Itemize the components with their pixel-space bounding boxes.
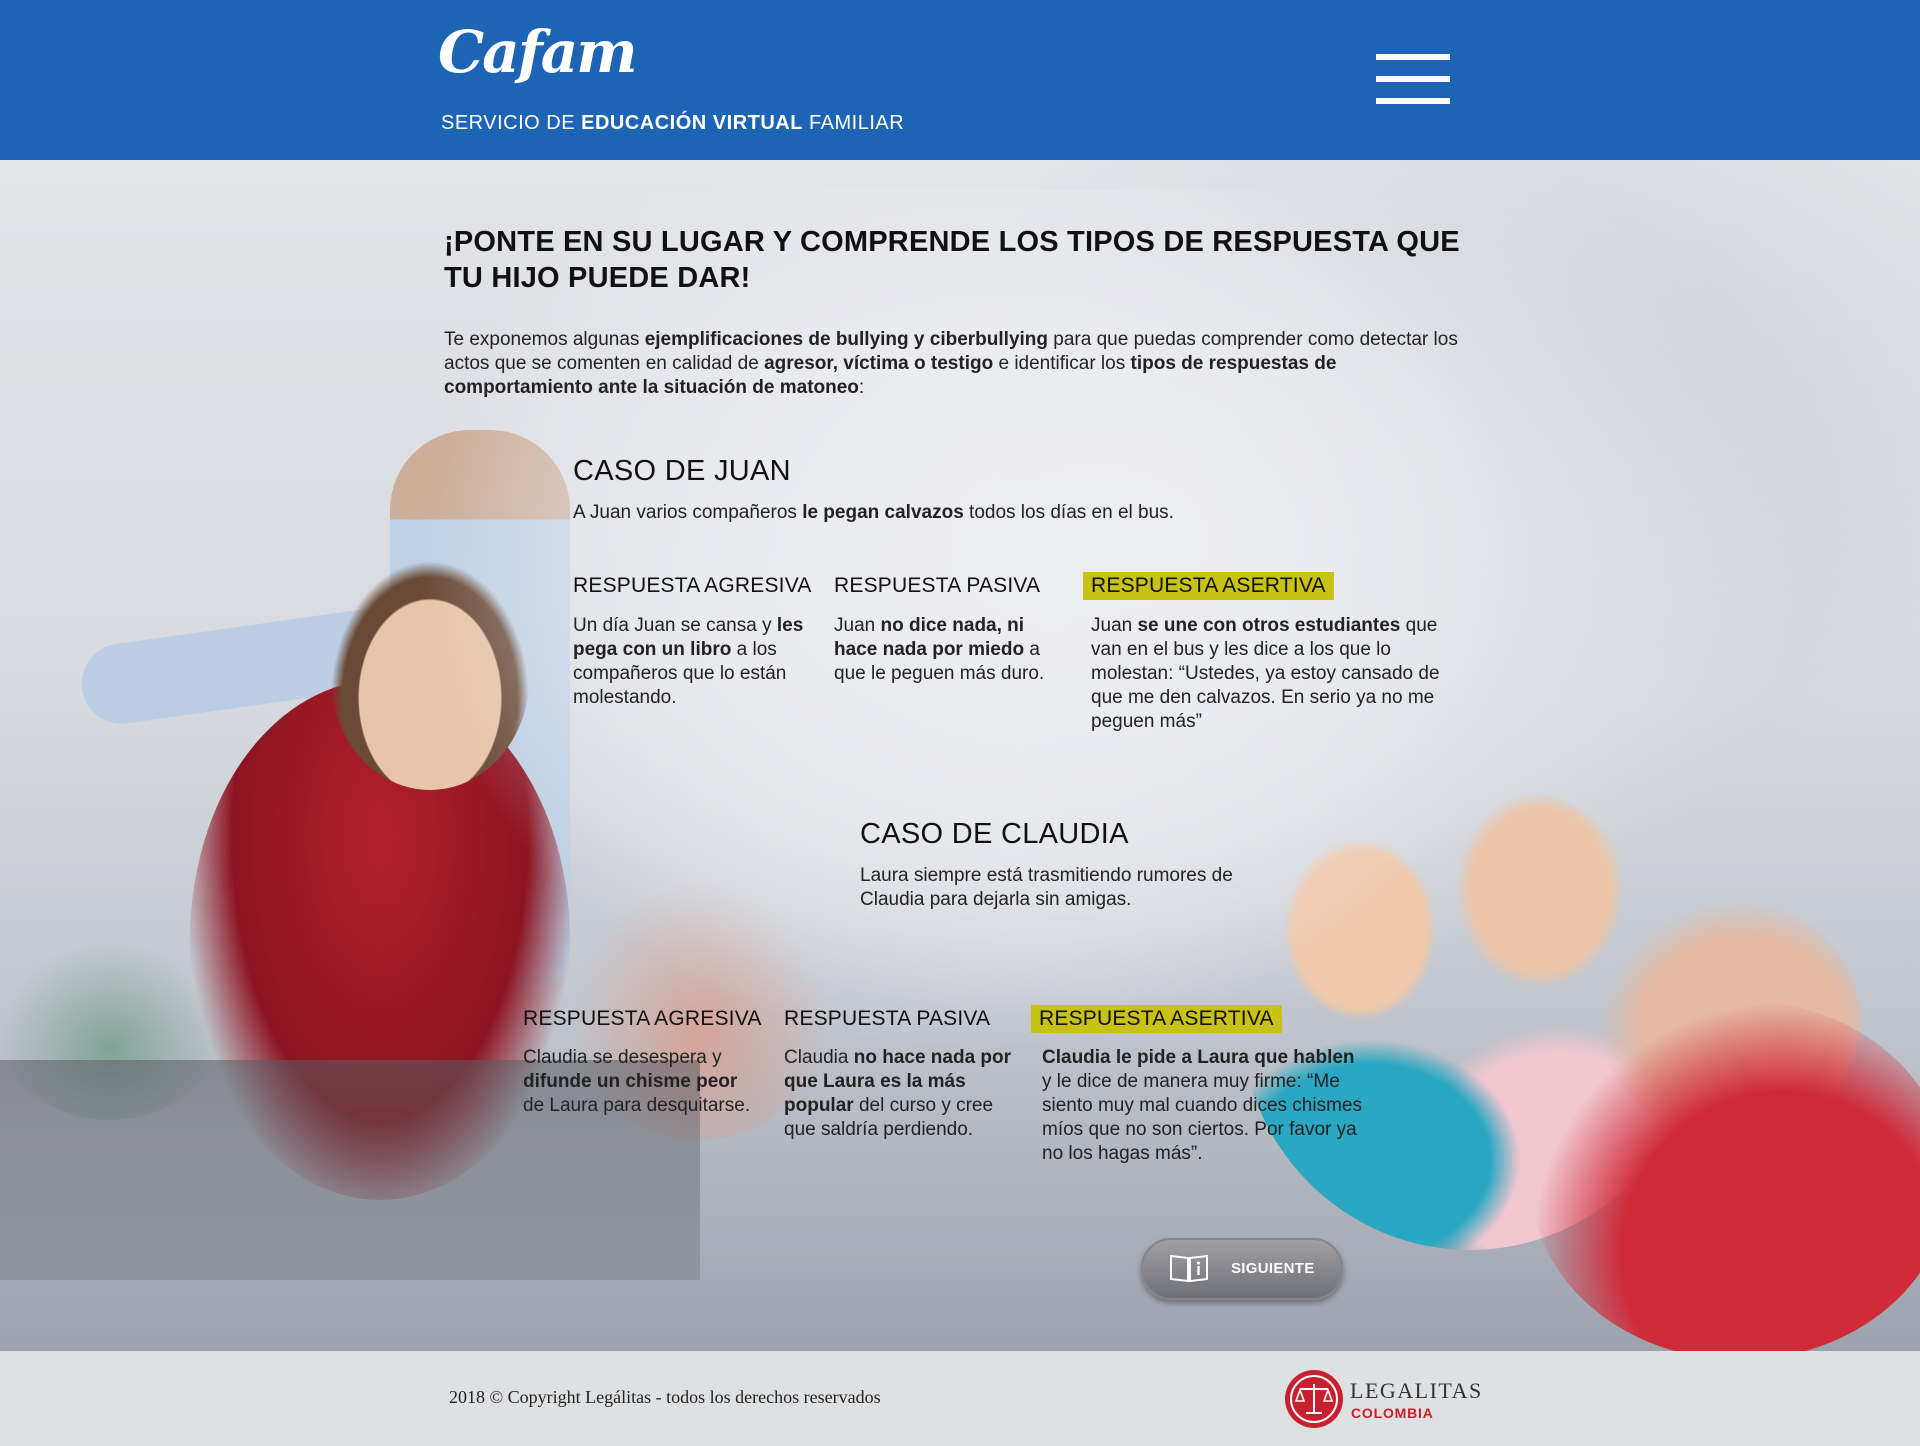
juan-passive-text: Juan no dice nada, ni hace nada por mied… xyxy=(834,615,1045,684)
site-footer: 2018 © Copyright Legálitas - todos los d… xyxy=(0,1351,1920,1446)
subtitle-prefix: SERVICIO DE xyxy=(441,112,582,134)
case-claudia-title: CASO DE CLAUDIA xyxy=(860,818,1129,850)
subtitle-bold: EDUCACIÓN VIRTUAL xyxy=(581,112,803,134)
claudia-aggressive-title: RESPUESTA AGRESIVA xyxy=(523,1007,762,1030)
claudia-aggressive-text: Claudia se desespera y difunde un chisme… xyxy=(523,1047,751,1116)
hamburger-menu-icon[interactable] xyxy=(1376,52,1450,106)
juan-passive-title: RESPUESTA PASIVA xyxy=(834,574,1041,597)
claudia-assertive-text: Claudia le pide a Laura que hablen y le … xyxy=(1042,1047,1362,1164)
next-button-label: SIGUIENTE xyxy=(1231,1260,1315,1277)
scales-of-justice-icon[interactable] xyxy=(1284,1369,1344,1429)
cafam-logo[interactable]: Cafam xyxy=(438,18,638,86)
juan-assertive-title: RESPUESTA ASERTIVA xyxy=(1083,572,1334,600)
subtitle-suffix: FAMILIAR xyxy=(802,112,905,134)
claudia-assertive-title: RESPUESTA ASERTIVA xyxy=(1031,1005,1282,1033)
intro-paragraph: Te exponemos algunas ejemplificaciones d… xyxy=(444,329,1458,398)
juan-aggressive-title: RESPUESTA AGRESIVA xyxy=(573,574,812,597)
legalitas-country: COLOMBIA xyxy=(1351,1405,1434,1421)
next-button[interactable]: SIGUIENTE xyxy=(1141,1238,1343,1300)
claudia-passive-title: RESPUESTA PASIVA xyxy=(784,1007,991,1030)
juan-aggressive-text: Un día Juan se cansa y les pega con un l… xyxy=(573,615,804,708)
case-juan-title: CASO DE JUAN xyxy=(573,455,791,487)
book-info-icon xyxy=(1170,1254,1208,1283)
juan-assertive-text: Juan se une con otros estudiantes que va… xyxy=(1091,615,1440,732)
site-header: Cafam SERVICIO DE EDUCACIÓN VIRTUAL FAMI… xyxy=(0,0,1920,160)
claudia-passive-text: Claudia no hace nada por que Laura es la… xyxy=(784,1047,1012,1140)
case-claudia-description: Laura siempre está trasmitiendo rumores … xyxy=(860,865,1233,910)
service-subtitle: SERVICIO DE EDUCACIÓN VIRTUAL FAMILIAR xyxy=(441,112,904,135)
case-juan-description: A Juan varios compañeros le pegan calvaz… xyxy=(573,502,1174,523)
legalitas-name: LEGALITAS xyxy=(1350,1378,1483,1403)
copyright-text: 2018 © Copyright Legálitas - todos los d… xyxy=(449,1387,881,1407)
page-title: ¡PONTE EN SU LUGAR Y COMPRENDE LOS TIPOS… xyxy=(444,226,1460,294)
